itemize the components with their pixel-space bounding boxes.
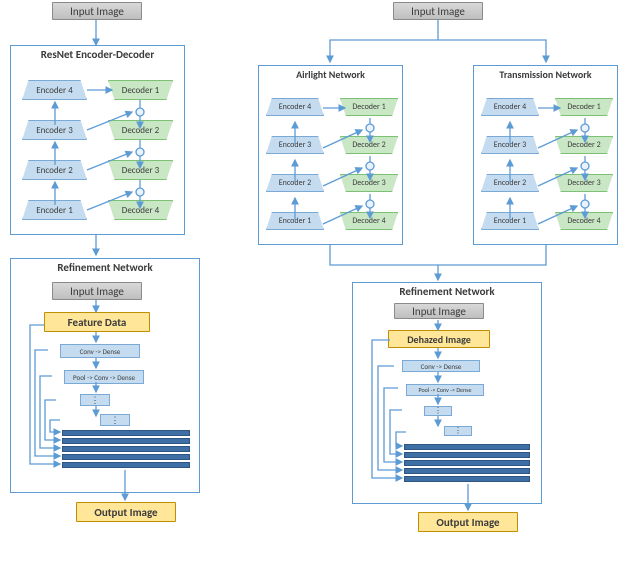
left-concat-bar (62, 446, 190, 452)
left-decoder-4: Decoder 4 (108, 200, 173, 220)
label: Input Image (70, 5, 124, 18)
air-encoder-4: Encoder 4 (266, 98, 324, 116)
right-conv-dense: Conv -> Dense (402, 360, 480, 372)
left-encoder-1: Encoder 1 (22, 200, 87, 220)
group-title: ResNet Encoder-Decoder (11, 48, 184, 61)
right-refine-input: Input Image (394, 303, 484, 319)
right-concat-bar (404, 452, 530, 458)
right-pool-conv-dense: Pool -> Conv -> Dense (406, 384, 484, 396)
right-concat-bar (404, 476, 530, 482)
trans-decoder-4: Decoder 4 (555, 212, 613, 230)
right-input-image: Input Image (393, 2, 483, 20)
right-concat-bar (404, 460, 530, 466)
left-concat-bar (62, 438, 190, 444)
trans-encoder-2: Encoder 2 (481, 174, 539, 192)
left-encoder-4: Encoder 4 (22, 80, 87, 100)
air-encoder-3: Encoder 3 (266, 136, 324, 154)
group-title: Airlight Network (259, 68, 402, 81)
right-dehazed-image: Dehazed Image (388, 330, 490, 348)
refinement-title: Refinement Network (353, 285, 541, 298)
air-decoder-3: Decoder 3 (340, 174, 398, 192)
left-conv-dense: Conv -> Dense (60, 344, 140, 358)
air-encoder-1: Encoder 1 (266, 212, 324, 230)
left-ellipsis-1: ⋮ (80, 394, 110, 406)
right-concat-bar (404, 468, 530, 474)
right-output-image: Output Image (418, 512, 518, 532)
refinement-title: Refinement Network (11, 261, 199, 274)
left-concat-bar (62, 454, 190, 460)
right-ellipsis-2: ⋮ (444, 426, 472, 436)
air-decoder-1: Decoder 1 (340, 98, 398, 116)
left-refine-input: Input Image (52, 282, 142, 300)
air-decoder-4: Decoder 4 (340, 212, 398, 230)
right-ellipsis-1: ⋮ (424, 406, 452, 416)
left-encoder-2: Encoder 2 (22, 160, 87, 180)
left-ellipsis-2: ⋮ (100, 414, 130, 426)
left-output-image: Output Image (76, 502, 176, 522)
left-input-image: Input Image (52, 2, 142, 20)
left-feature-data: Feature Data (44, 312, 150, 332)
air-encoder-2: Encoder 2 (266, 174, 324, 192)
trans-encoder-3: Encoder 3 (481, 136, 539, 154)
left-concat-bar (62, 462, 190, 468)
trans-decoder-2: Decoder 2 (555, 136, 613, 154)
group-title: Transmission Network (474, 68, 617, 81)
left-decoder-3: Decoder 3 (108, 160, 173, 180)
left-decoder-2: Decoder 2 (108, 120, 173, 140)
trans-encoder-4: Encoder 4 (481, 98, 539, 116)
trans-decoder-1: Decoder 1 (555, 98, 613, 116)
right-concat-bar (404, 444, 530, 450)
trans-decoder-3: Decoder 3 (555, 174, 613, 192)
left-encoder-3: Encoder 3 (22, 120, 87, 140)
trans-encoder-1: Encoder 1 (481, 212, 539, 230)
left-decoder-1: Decoder 1 (108, 80, 173, 100)
air-decoder-2: Decoder 2 (340, 136, 398, 154)
left-concat-bar (62, 430, 190, 436)
left-pool-conv-dense: Pool -> Conv -> Dense (64, 370, 144, 384)
